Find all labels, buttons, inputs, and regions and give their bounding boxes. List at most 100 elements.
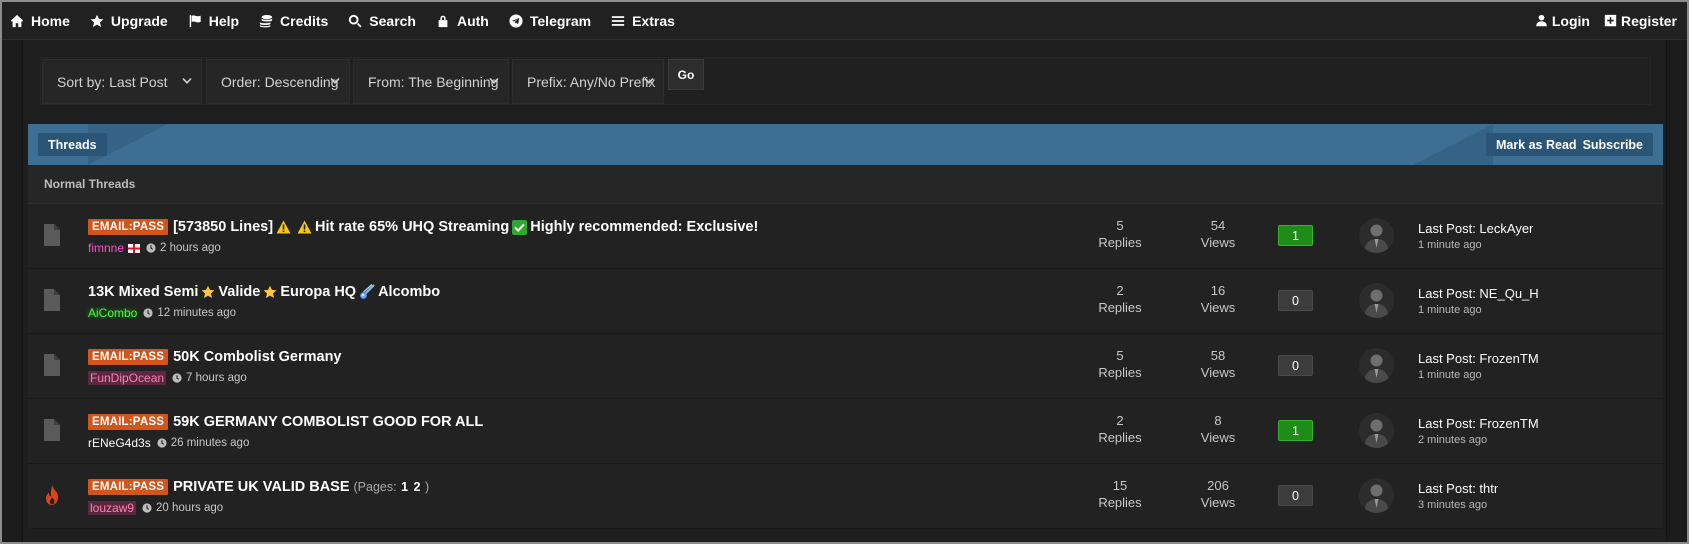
thread-title-part[interactable]: Valide [218, 284, 260, 300]
thread-title[interactable]: PRIVATE UK VALID BASE [173, 479, 349, 495]
last-post-link[interactable]: Last Post: FrozenTM [1418, 416, 1539, 431]
nav-register-label: Register [1620, 12, 1677, 29]
nav-upgrade[interactable]: Upgrade [90, 2, 182, 39]
pages-close: ) [424, 480, 430, 494]
nav-credits[interactable]: Credits [259, 2, 342, 39]
last-post-time: 2 minutes ago [1418, 434, 1488, 446]
thread-title-part[interactable]: Hit rate 65% UHQ Streaming [315, 219, 509, 235]
main-content: Sort by: Last Post Order: Descending Fro… [22, 40, 1667, 542]
nav-telegram[interactable]: Telegram [509, 2, 605, 39]
thread-title-part[interactable]: Alcombo [378, 284, 440, 300]
avatar[interactable] [1359, 348, 1394, 383]
views-stat: 54 Views [1183, 217, 1253, 251]
replies-label: Replies [1098, 365, 1142, 380]
england-flag-icon [128, 243, 141, 253]
avatar[interactable] [1359, 283, 1394, 318]
thread-author[interactable]: rENeG4d3s [88, 436, 151, 450]
last-post: Last Post: LeckAyer 1 minute ago [1418, 221, 1533, 251]
thread-title[interactable]: 50K Combolist Germany [173, 349, 341, 365]
views-stat: 8 Views [1183, 412, 1253, 446]
chevron-down-icon [489, 77, 499, 85]
chevron-down-icon [330, 77, 340, 85]
replies-count: 5 [1116, 218, 1124, 233]
last-post-link[interactable]: Last Post: NE_Qu_H [1418, 286, 1539, 301]
thread-meta: rENeG4d3s 26 minutes ago [88, 435, 249, 451]
replies-count: 2 [1116, 413, 1124, 428]
thread-title[interactable]: [573850 Lines] [173, 219, 273, 235]
go-button[interactable]: Go [668, 59, 704, 90]
last-post-time: 1 minute ago [1418, 369, 1482, 381]
views-label: Views [1200, 235, 1236, 250]
thread-title-line: EMAIL:PASS PRIVATE UK VALID BASE (Pages:… [88, 477, 429, 497]
nav-credits-label: Credits [280, 12, 329, 29]
views-stat: 16 Views [1183, 282, 1253, 316]
order-select[interactable]: Order: Descending [206, 59, 350, 104]
prefix-value: Prefix: Any/No Prefix [527, 73, 656, 90]
last-post-time: 1 minute ago [1418, 239, 1482, 251]
telegram-icon [509, 13, 523, 28]
from-select[interactable]: From: The Beginning [353, 59, 509, 104]
last-post-link[interactable]: Last Post: LeckAyer [1418, 221, 1533, 236]
document-icon [44, 289, 60, 311]
page-link[interactable]: 1 [401, 480, 408, 494]
avatar[interactable] [1359, 413, 1394, 448]
nav-home-label: Home [31, 12, 70, 29]
thread-author[interactable]: FunDipOcean [88, 371, 167, 385]
sort-by-select[interactable]: Sort by: Last Post [42, 59, 202, 104]
new-posts-badge[interactable]: 0 [1278, 485, 1313, 506]
clock-icon [143, 308, 153, 318]
thread-author[interactable]: louzaw9 [88, 501, 137, 515]
views-label: Views [1200, 495, 1236, 510]
thread-row: EMAIL:PASS 59K GERMANY COMBOLIST GOOD FO… [28, 399, 1663, 464]
warning-icon [297, 220, 312, 234]
thread-row: EMAIL:PASS PRIVATE UK VALID BASE (Pages:… [28, 464, 1663, 529]
new-posts-badge[interactable]: 1 [1278, 420, 1313, 441]
nav-left-group: Home Upgrade Help Credits Search Auth Te… [2, 2, 695, 39]
thread-time: 26 minutes ago [170, 437, 250, 449]
nav-right-group: Login Register [1529, 2, 1685, 39]
thread-row: EMAIL:PASS [573850 Lines] Hit rate 65% U… [28, 204, 1663, 269]
replies-stat: 2 Replies [1085, 412, 1155, 446]
nav-home[interactable]: Home [10, 2, 84, 39]
page-link[interactable]: 2 [414, 480, 421, 494]
nav-auth[interactable]: Auth [436, 2, 503, 39]
subscribe-button[interactable]: Subscribe [1583, 138, 1643, 152]
thread-author[interactable]: AiCombo [88, 306, 137, 320]
last-post-link[interactable]: Last Post: thtr [1418, 481, 1498, 496]
replies-label: Replies [1098, 300, 1142, 315]
nav-login[interactable]: Login [1529, 2, 1598, 39]
last-post: Last Post: NE_Qu_H 1 minute ago [1418, 286, 1539, 316]
new-posts-badge[interactable]: 0 [1278, 355, 1313, 376]
check-mark-icon [512, 219, 528, 235]
views-count: 16 [1210, 283, 1226, 298]
nav-extras[interactable]: Extras [611, 2, 689, 39]
from-value: From: The Beginning [368, 73, 499, 90]
thread-title[interactable]: 13K Mixed Semi [88, 284, 198, 300]
thread-title[interactable]: 59K GERMANY COMBOLIST GOOD FOR ALL [173, 414, 483, 430]
nav-login-label: Login [1551, 12, 1590, 29]
document-icon [44, 354, 60, 376]
nav-register[interactable]: Register [1598, 2, 1685, 39]
thread-title-part[interactable]: Highly recommended: Exclusive! [530, 219, 758, 235]
views-count: 206 [1207, 478, 1229, 493]
mark-as-read-button[interactable]: Mark as Read [1496, 138, 1577, 152]
nav-search[interactable]: Search [348, 2, 430, 39]
views-label: Views [1200, 430, 1236, 445]
thread-meta: FunDipOcean 7 hours ago [88, 370, 247, 386]
last-post-link[interactable]: Last Post: FrozenTM [1418, 351, 1539, 366]
avatar[interactable] [1359, 478, 1394, 513]
nav-help[interactable]: Help [188, 2, 253, 39]
nav-extras-label: Extras [632, 12, 675, 29]
thread-time: 7 hours ago [186, 372, 247, 384]
thread-title-part[interactable]: Europa HQ [280, 284, 356, 300]
new-posts-badge[interactable]: 0 [1278, 290, 1313, 311]
thread-actions: Mark as Read Subscribe [1485, 133, 1653, 156]
prefix-select[interactable]: Prefix: Any/No Prefix [512, 59, 664, 104]
new-posts-badge[interactable]: 1 [1278, 225, 1313, 246]
replies-stat: 15 Replies [1085, 477, 1155, 511]
thread-author[interactable]: fimnne [88, 241, 124, 255]
avatar[interactable] [1359, 218, 1394, 253]
clock-icon [157, 438, 167, 448]
thread-prefix: EMAIL:PASS [88, 479, 169, 495]
nav-auth-label: Auth [456, 12, 489, 29]
